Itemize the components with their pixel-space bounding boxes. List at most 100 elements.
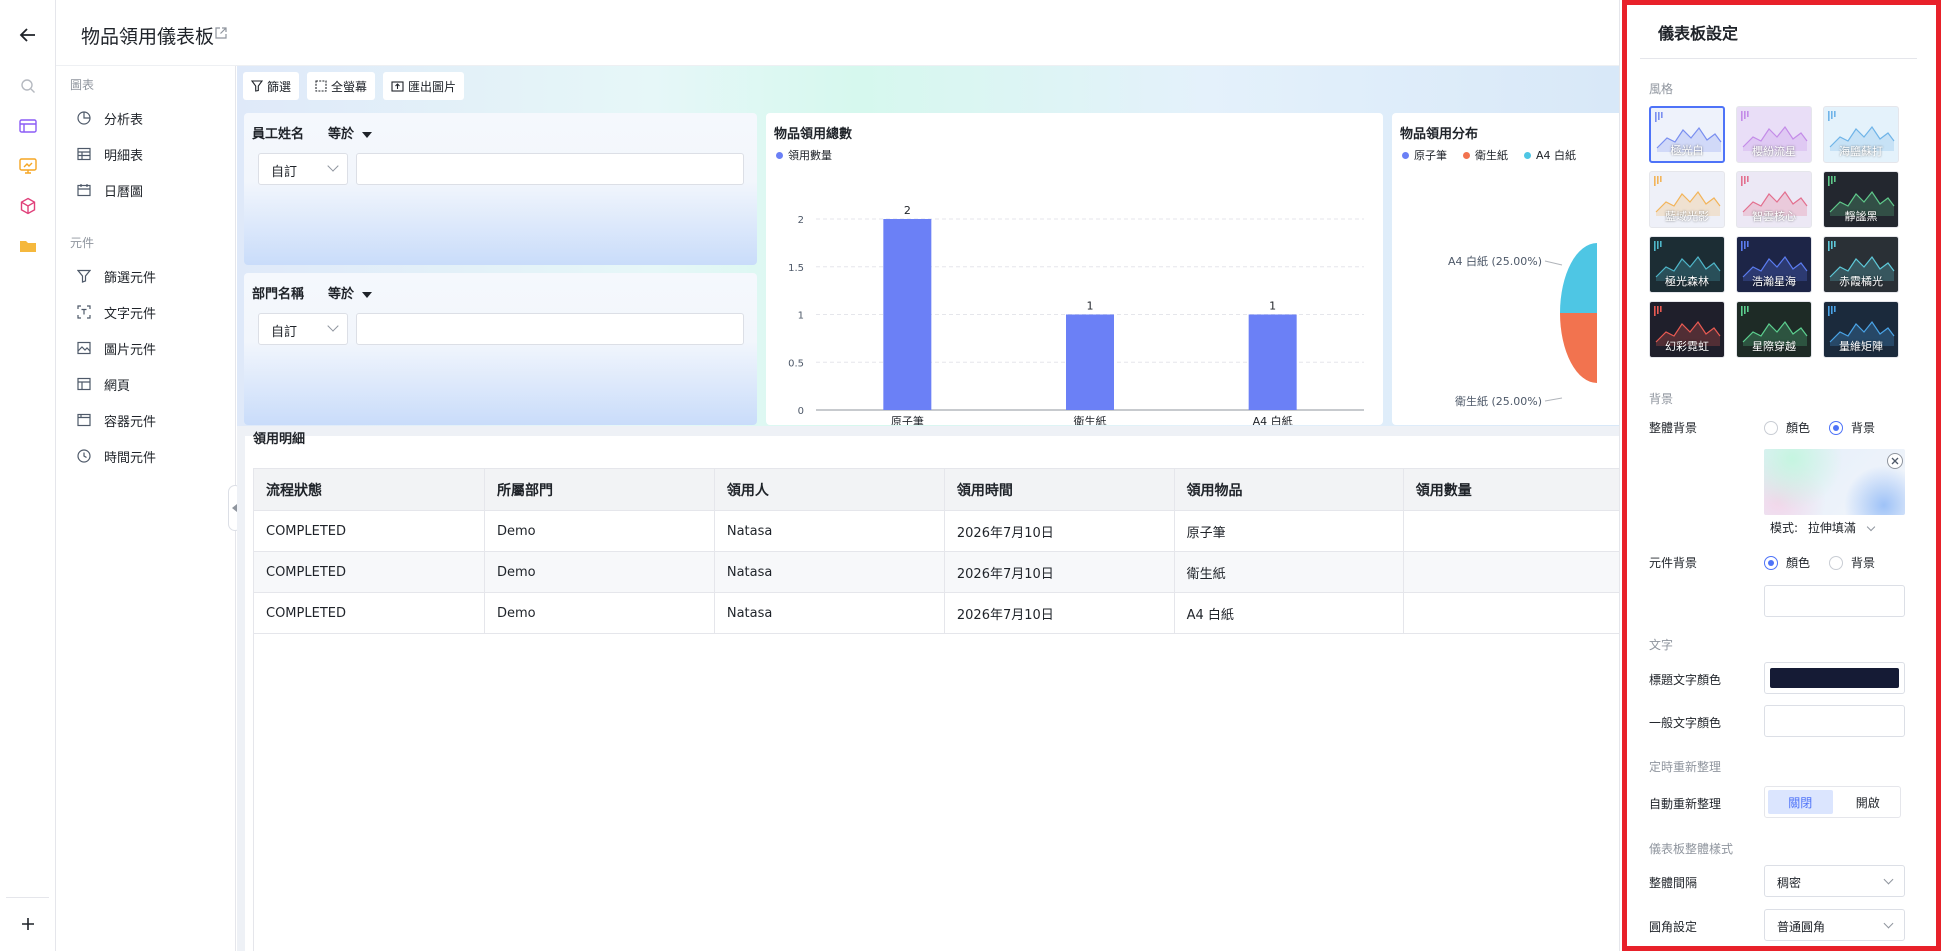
theme-preview-bar — [1654, 306, 1656, 316]
column-header[interactable]: 領用時間 — [943, 468, 1175, 511]
filter-label: 員工姓名 — [252, 127, 305, 142]
corner-dropdown[interactable]: 普通圓角 — [1764, 909, 1905, 941]
dashboard-icon[interactable] — [16, 154, 40, 178]
theme-option[interactable]: 極光森林 — [1649, 236, 1725, 293]
report-list-icon[interactable] — [16, 114, 40, 138]
body-text-color-picker[interactable] — [1764, 705, 1905, 737]
table-title: 領用明細 — [253, 432, 306, 447]
section-label-layout: 儀表板整體樣式 — [1649, 842, 1734, 856]
theme-option[interactable]: 靜謐黑 — [1823, 171, 1899, 228]
table-cell: Demo — [484, 592, 715, 634]
filter-operator-dropdown[interactable]: 等於 — [328, 283, 373, 302]
filter-mode-select[interactable]: 自訂 — [258, 313, 348, 345]
theme-preview-bar — [1661, 112, 1663, 118]
column-header[interactable]: 領用物品 — [1173, 468, 1404, 511]
fullscreen-button[interactable]: 全螢幕 — [307, 72, 376, 100]
theme-preview-bar — [1660, 306, 1662, 312]
component-item-calendar[interactable]: 日曆圖 — [76, 176, 226, 204]
table-header-row: 流程狀態 所屬部門 領用人 領用時間 領用物品 領用數量 — [253, 468, 1619, 511]
filter-value-input[interactable] — [356, 313, 744, 345]
table-row[interactable]: COMPLETED Demo Natasa 2026年7月10日 原子筆 — [253, 510, 1619, 552]
component-background-label: 元件背景 — [1649, 556, 1698, 570]
theme-option[interactable]: 櫻紛流星 — [1736, 106, 1812, 163]
table-cell: A4 白紙 — [1173, 592, 1404, 634]
background-image-preview[interactable] — [1764, 449, 1905, 515]
column-header[interactable]: 領用人 — [713, 468, 945, 511]
search-icon[interactable] — [16, 74, 40, 98]
close-icon — [1891, 457, 1899, 465]
export-image-button[interactable]: 匯出圖片 — [383, 72, 465, 100]
y-tick-label: 0 — [798, 406, 804, 417]
component-item-container[interactable]: 容器元件 — [76, 406, 226, 434]
theme-preview-bar — [1747, 176, 1749, 182]
theme-name: 靜謐黑 — [1844, 210, 1878, 223]
table-cell: Natasa — [713, 592, 945, 634]
cube-icon[interactable] — [16, 194, 40, 218]
component-item-detail-table[interactable]: 明細表 — [76, 140, 226, 168]
clock-icon — [76, 448, 92, 464]
component-item-analysis-table[interactable]: 分析表 — [76, 104, 226, 132]
theme-option[interactable]: 赤霞橘光 — [1823, 236, 1899, 293]
theme-option[interactable]: 海鹽蘇打 — [1823, 106, 1899, 163]
theme-option[interactable]: 星際穿越 — [1736, 301, 1812, 358]
table-cell: 2026年7月10日 — [943, 551, 1175, 593]
dropdown-value: 普通圓角 — [1777, 920, 1826, 934]
external-link-icon[interactable] — [214, 26, 228, 40]
background-mode-select[interactable]: 模式: 拉伸填滿 — [1770, 519, 1875, 536]
folder-icon[interactable] — [16, 234, 40, 258]
theme-option[interactable]: 幻彩霓虹 — [1649, 301, 1725, 358]
component-item-filter[interactable]: 篩選元件 — [76, 262, 226, 290]
add-icon[interactable] — [16, 912, 40, 936]
column-header[interactable]: 流程狀態 — [253, 468, 485, 511]
bar[interactable] — [1066, 314, 1114, 411]
table-cell: 原子筆 — [1173, 510, 1404, 552]
auto-refresh-on-option[interactable]: 開啟 — [1836, 787, 1901, 817]
bar[interactable] — [883, 219, 932, 410]
title-text-color-label: 標題文字顏色 — [1649, 673, 1722, 687]
theme-option[interactable]: 浩瀚星海 — [1736, 236, 1812, 293]
component-item-time[interactable]: 時間元件 — [76, 442, 226, 470]
theme-option[interactable]: 藍域光影 — [1649, 171, 1725, 228]
filter-value-input[interactable] — [356, 153, 744, 185]
radio-overall-background[interactable]: 背景 — [1829, 419, 1875, 436]
theme-preview-bar — [1834, 306, 1836, 312]
chevron-down-icon — [1883, 874, 1894, 885]
theme-option[interactable]: 量維矩陣 — [1823, 301, 1899, 358]
theme-preview-bar — [1654, 241, 1656, 251]
theme-preview-bar — [1654, 176, 1656, 186]
auto-refresh-off-option[interactable]: 關閉 — [1768, 790, 1833, 814]
filter-operator-dropdown[interactable]: 等於 — [328, 123, 373, 142]
back-arrow-icon[interactable] — [16, 23, 40, 47]
color-swatch — [1770, 711, 1899, 731]
component-item-webpage[interactable]: 網頁 — [76, 370, 226, 398]
body-text-color-label: 一般文字顏色 — [1649, 716, 1722, 730]
table-row[interactable]: COMPLETED Demo Natasa 2026年7月10日 A4 白紙 — [253, 592, 1619, 634]
radio-component-color[interactable]: 顏色 — [1764, 554, 1810, 571]
radio-circle — [1764, 420, 1778, 435]
component-item-text[interactable]: 文字元件 — [76, 298, 226, 326]
theme-preview-bar — [1828, 306, 1830, 316]
theme-preview-bar — [1741, 111, 1743, 121]
left-rail — [0, 0, 56, 951]
filter-button[interactable]: 篩選 — [243, 72, 300, 100]
theme-preview-bar — [1834, 241, 1836, 247]
filter-mode-select[interactable]: 自訂 — [258, 153, 348, 185]
column-header[interactable]: 所屬部門 — [484, 468, 715, 511]
theme-preview-bar — [1828, 111, 1830, 121]
theme-option[interactable]: 極光白 — [1649, 106, 1725, 163]
component-background-color-picker[interactable] — [1764, 585, 1905, 617]
table-row[interactable]: COMPLETED Demo Natasa 2026年7月10日 衛生紙 — [253, 551, 1619, 593]
component-item-image[interactable]: 圖片元件 — [76, 334, 226, 362]
spacing-dropdown[interactable]: 稠密 — [1764, 865, 1905, 897]
title-text-color-picker[interactable] — [1764, 662, 1905, 694]
theme-option[interactable]: 智雲核心 — [1736, 171, 1812, 228]
filter-mode-value: 自訂 — [271, 325, 298, 340]
bar[interactable] — [1248, 314, 1297, 411]
filter-card-department: 部門名稱 等於 自訂 — [244, 273, 757, 425]
radio-overall-color[interactable]: 顏色 — [1764, 419, 1810, 436]
remove-background-button[interactable] — [1887, 453, 1903, 469]
pie-slice-a4[interactable] — [1560, 243, 1597, 313]
pie-slice-tissue[interactable] — [1560, 313, 1597, 383]
column-header[interactable]: 領用數量 — [1402, 468, 1619, 511]
radio-component-background[interactable]: 背景 — [1829, 554, 1875, 571]
